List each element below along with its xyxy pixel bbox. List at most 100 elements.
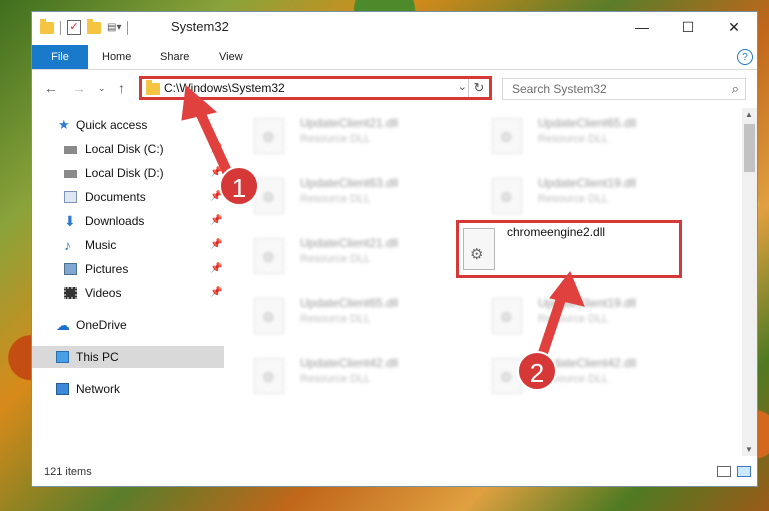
file-tile[interactable]: UpdateClient42.dll Resource DLL [466,348,686,398]
file-type: Resource DLL [300,133,371,145]
dll-file-icon [492,298,522,334]
file-type: Resource DLL [538,133,609,145]
file-tile[interactable]: UpdateClient42.dll Resource DLL [228,348,448,398]
close-button[interactable]: ✕ [711,12,757,42]
separator [127,20,128,35]
file-type: Resource DLL [538,193,609,205]
file-name: UpdateClient63.dll [300,176,399,190]
file-name: UpdateClient65.dll [538,116,637,130]
music-icon: ♪ [64,237,71,253]
sidebar-item-label: Local Disk (D:) [85,166,164,180]
tab-view[interactable]: View [219,45,243,69]
title-bar: ✓ ▤▾ System32 — ☐ ✕ [32,12,757,42]
refresh-icon[interactable]: ↻ [468,79,489,97]
sidebar-item-downloads[interactable]: ⬇ Downloads 📌 [32,210,224,232]
vertical-scrollbar[interactable]: ▲ ▼ [742,108,757,456]
network-icon [56,383,69,395]
sidebar-item-label: Local Disk (C:) [85,142,164,156]
address-bar[interactable]: C:\Windows\System32 ⌄ ↻ [139,76,492,100]
file-name: UpdateClient19.dll [538,176,637,190]
file-name: UpdateClient21.dll [300,116,399,130]
sidebar-item-local-disk-d[interactable]: Local Disk (D:) 📌 [32,162,224,184]
pin-icon[interactable]: 📌 [210,210,222,232]
details-view-icon[interactable] [717,466,731,477]
file-tile[interactable]: UpdateClient19.dll Resource DLL [466,288,686,338]
drive-icon [64,170,77,178]
search-box[interactable]: Search System32 ⌕ [502,78,746,100]
file-type: Resource DLL [300,193,371,205]
pin-icon[interactable]: 📌 [210,138,222,160]
scroll-up-icon[interactable]: ▲ [745,110,753,119]
step-two-badge: 2 [517,351,557,391]
highlighted-file-tile[interactable]: chromeengine2.dll [456,220,682,278]
sidebar-item-documents[interactable]: Documents 📌 [32,186,224,208]
new-folder-icon[interactable] [87,18,101,34]
sidebar-item-music[interactable]: ♪ Music 📌 [32,234,224,256]
sidebar-item-pictures[interactable]: Pictures 📌 [32,258,224,280]
file-tile[interactable]: UpdateClient19.dll Resource DLL [466,168,686,218]
sidebar-item-local-disk-c[interactable]: Local Disk (C:) 📌 [32,138,224,160]
pin-icon[interactable]: 📌 [210,282,222,304]
sidebar-item-label: Videos [85,286,122,300]
file-tile[interactable]: UpdateClient63.dll Resource DLL [228,168,448,218]
pictures-icon [64,263,77,275]
dll-file-icon [254,298,284,334]
pin-icon[interactable]: 📌 [210,234,222,256]
maximize-button[interactable]: ☐ [665,12,711,42]
dll-file-icon [254,238,284,274]
ribbon-tabs: File Home Share View ? [32,45,757,70]
back-arrow-icon[interactable]: ← [44,80,58,96]
view-switcher [717,466,751,477]
separator [60,20,61,35]
properties-icon[interactable]: ✓ [67,20,81,35]
navigation-bar: ← → ⌄ ↑ C:\Windows\System32 ⌄ ↻ Search S… [32,72,757,104]
step-one-badge: 1 [219,166,259,206]
videos-icon [64,287,77,299]
status-item-count: 121 items [44,466,92,478]
sidebar-item-label: Music [85,238,117,252]
pin-icon[interactable]: 📌 [210,258,222,280]
sidebar-item-videos[interactable]: Videos 📌 [32,282,224,304]
file-type: Resource DLL [300,313,371,325]
file-tile[interactable]: UpdateClient65.dll Resource DLL [466,108,686,158]
up-arrow-icon[interactable]: ↑ [118,80,125,96]
star-icon: ★ [58,117,70,132]
download-icon: ⬇ [64,213,76,229]
file-type: Resource DLL [300,373,371,385]
forward-arrow-icon[interactable]: → [72,80,86,96]
dll-file-icon [254,118,284,154]
file-list: UpdateClient21.dll Resource DLL UpdateCl… [228,108,742,456]
sidebar-item-onedrive[interactable]: ☁ OneDrive [32,314,224,336]
navigation-pane: ★ Quick access Local Disk (C:) 📌 Local D… [32,112,226,442]
sidebar-item-label: OneDrive [76,318,127,332]
scroll-down-icon[interactable]: ▼ [745,445,753,454]
tab-share[interactable]: Share [160,45,189,69]
file-name: UpdateClient65.dll [300,296,399,310]
search-icon: ⌕ [731,81,739,96]
sidebar-item-this-pc[interactable]: This PC [32,346,224,368]
file-name: UpdateClient42.dll [300,356,399,370]
chevron-down-icon[interactable]: ⌄ [458,80,467,93]
file-tile[interactable]: UpdateClient65.dll Resource DLL [228,288,448,338]
sidebar-item-network[interactable]: Network [32,378,224,400]
file-tile[interactable]: UpdateClient21.dll Resource DLL [228,228,448,278]
file-type: Resource DLL [538,313,609,325]
quick-access-toolbar: ✓ ▤▾ [40,18,128,35]
tab-file[interactable]: File [32,45,88,69]
scroll-thumb[interactable] [744,124,755,172]
file-tile[interactable]: UpdateClient21.dll Resource DLL [228,108,448,158]
customize-toolbar-icon[interactable]: ▤▾ [107,22,121,34]
cloud-icon: ☁ [56,317,70,333]
expand-ribbon-button[interactable]: ? [737,49,753,65]
recent-locations-icon[interactable]: ⌄ [98,83,106,94]
minimize-button[interactable]: — [619,12,665,42]
documents-icon [64,191,77,203]
sidebar-item-label: Downloads [85,214,145,228]
large-icons-view-icon[interactable] [737,466,751,477]
dll-file-icon [254,358,284,394]
tab-home[interactable]: Home [102,45,131,69]
file-name: UpdateClient21.dll [300,236,399,250]
dll-file-icon [492,178,522,214]
search-placeholder: Search System32 [512,82,607,96]
sidebar-item-quick-access[interactable]: ★ Quick access [32,114,224,136]
